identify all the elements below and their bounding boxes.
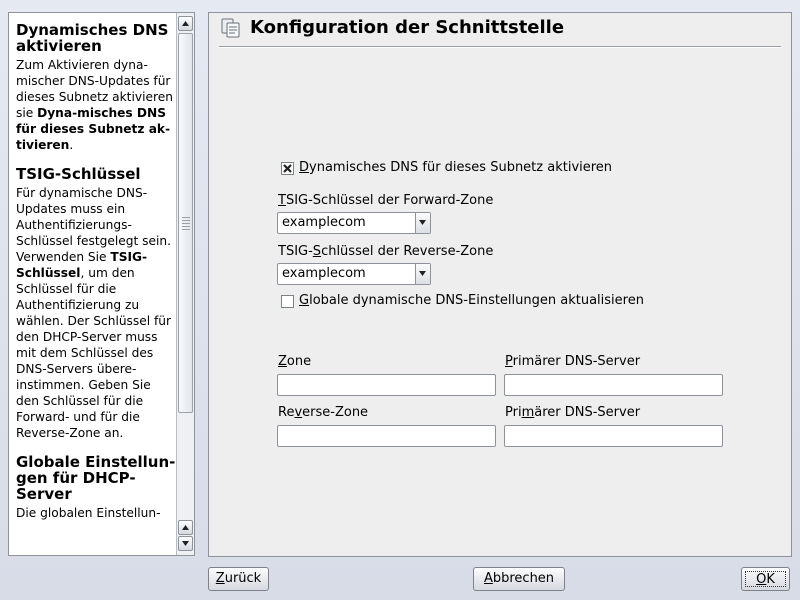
label-text: TSIG- <box>278 244 313 259</box>
help-section-global: Globale Einstellun-gen für DHCP-Server D… <box>16 454 177 521</box>
help-section-ddns: Dynamisches DNS aktivieren Zum Aktiviere… <box>16 22 177 153</box>
update-global-checkbox[interactable] <box>281 295 294 308</box>
label-text: Pri <box>505 405 522 420</box>
dropdown-button[interactable] <box>415 213 430 233</box>
mnemonic: A <box>483 571 493 586</box>
help-content: Dynamisches DNS aktivieren Zum Aktiviere… <box>9 13 177 555</box>
enable-ddns-checkbox[interactable] <box>281 162 294 175</box>
mnemonic: Z <box>278 354 287 369</box>
help-panel: Dynamisches DNS aktivieren Zum Aktiviere… <box>8 12 195 556</box>
reverse-dns-input[interactable] <box>504 425 723 447</box>
chevron-down-icon <box>419 271 426 276</box>
help-text: Zum Aktivieren dyna-mischer DNS-Updates … <box>16 57 177 153</box>
forward-key-select[interactable]: examplecom <box>277 212 431 234</box>
arrow-up-icon <box>182 525 189 530</box>
reverse-zone-label: Reverse-Zone <box>278 405 368 421</box>
label-text: rimärer DNS-Server <box>512 354 641 369</box>
arrow-up-icon <box>182 21 189 26</box>
reverse-dns-label: Primärer DNS-Server <box>505 405 640 421</box>
reverse-key-select[interactable]: examplecom <box>277 263 431 285</box>
zone-dns-label: Primärer DNS-Server <box>505 354 640 370</box>
scroll-up-button[interactable] <box>178 16 193 31</box>
help-heading: Globale Einstellun-gen für DHCP-Server <box>16 453 176 503</box>
mnemonic: Z <box>215 571 225 586</box>
reverse-zone-input[interactable] <box>277 425 496 447</box>
help-text-part: . <box>69 138 74 152</box>
main-panel: Konfiguration der Schnittstelle Dynamisc… <box>208 12 792 557</box>
label-text: erse-Zone <box>302 405 369 420</box>
focus-ring: OK <box>745 571 786 587</box>
dropdown-button[interactable] <box>415 264 430 284</box>
ok-button[interactable]: OK <box>741 567 790 591</box>
help-scrollbar[interactable] <box>176 13 194 555</box>
help-text-part: Die globalen Einstellun- <box>16 506 161 520</box>
scroll-down-button[interactable] <box>178 536 193 551</box>
forward-key-value: examplecom <box>282 215 366 230</box>
chevron-down-icon <box>419 220 426 225</box>
label-text: SIG-Schlüssel der Forward-Zone <box>285 193 494 208</box>
mnemonic: T <box>278 193 286 208</box>
mnemonic: D <box>299 160 310 175</box>
reverse-key-label: TSIG-Schlüssel der Reverse-Zone <box>278 244 493 260</box>
mnemonic: G <box>299 293 310 308</box>
help-heading: TSIG-Schlüssel <box>16 165 141 183</box>
help-text-part: , um den Schlüssel für die Authentifizie… <box>16 266 172 440</box>
checkmark-x-icon <box>283 164 292 173</box>
back-button[interactable]: Zurück <box>208 567 269 591</box>
label-text: ärer DNS-Server <box>534 405 641 420</box>
scroll-up-button-bottom[interactable] <box>178 520 193 535</box>
arrow-down-icon <box>182 541 189 546</box>
button-label: urück <box>224 571 262 586</box>
network-config-icon <box>221 18 240 38</box>
mnemonic: m <box>521 405 535 420</box>
label-text: lobale dynamische DNS-Einstellungen aktu… <box>309 293 644 308</box>
help-text-part: Für dynamische DNS-Updates muss ein Auth… <box>16 186 171 264</box>
reverse-key-value: examplecom <box>282 266 366 281</box>
help-heading: Dynamisches DNS aktivieren <box>16 21 169 55</box>
mnemonic: S <box>312 244 322 259</box>
zone-label: Zone <box>278 354 311 370</box>
title-divider <box>219 46 781 48</box>
enable-ddns-label[interactable]: Dynamisches DNS für dieses Subnetz aktiv… <box>299 160 612 176</box>
button-label: bbrechen <box>492 571 555 586</box>
mnemonic: O <box>756 572 767 587</box>
help-section-tsig: TSIG-Schlüssel Für dynamische DNS-Update… <box>16 166 177 441</box>
grip-icon <box>182 217 190 231</box>
mnemonic: v <box>294 405 303 420</box>
zone-dns-input[interactable] <box>504 374 723 396</box>
forward-key-label: TSIG-Schlüssel der Forward-Zone <box>278 193 493 209</box>
scrollbar-thumb[interactable] <box>178 33 193 413</box>
help-text: Die globalen Einstellun- <box>16 505 177 521</box>
label-text: ynamisches DNS für dieses Subnetz aktivi… <box>309 160 613 175</box>
help-text-bold: Dyna-misches DNS für dieses Subnetz ak-t… <box>16 106 171 152</box>
cancel-button[interactable]: Abbrechen <box>473 567 565 591</box>
mnemonic: P <box>505 354 513 369</box>
label-text: one <box>286 354 312 369</box>
update-global-label[interactable]: Globale dynamische DNS-Einstellungen akt… <box>299 293 644 309</box>
label-text: Re <box>278 405 295 420</box>
page-title: Konfiguration der Schnittstelle <box>250 17 565 38</box>
label-text: chlüssel der Reverse-Zone <box>321 244 494 259</box>
zone-input[interactable] <box>277 374 496 396</box>
button-label: K <box>766 572 775 587</box>
help-text: Für dynamische DNS-Updates muss ein Auth… <box>16 185 177 441</box>
